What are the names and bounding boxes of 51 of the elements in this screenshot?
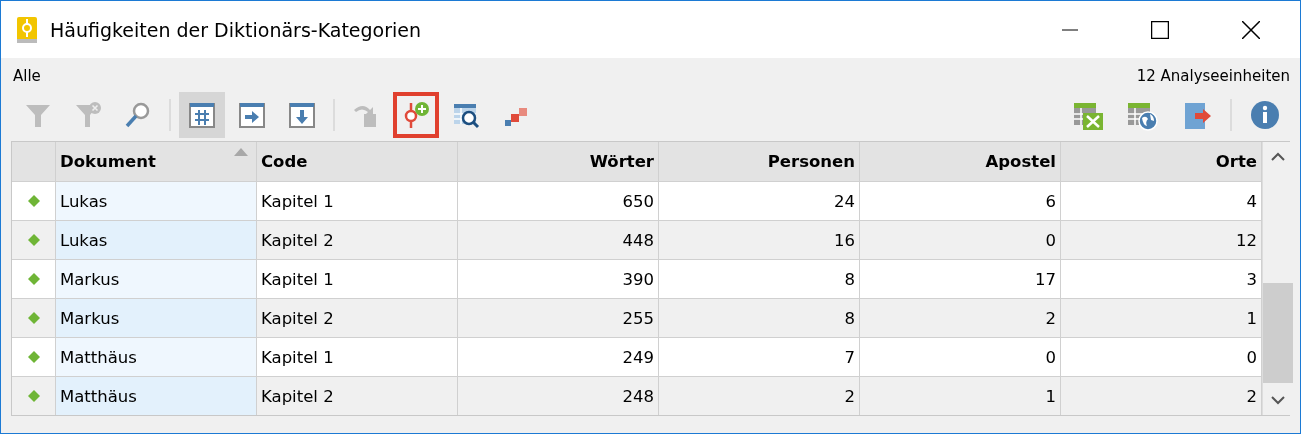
table-cell: 248 [457,376,659,415]
diamond-icon [27,233,40,246]
table-cell: 255 [457,298,659,338]
table-cell: 2 [859,298,1061,338]
diamond-icon [27,194,40,207]
filter-label: Alle [13,67,41,87]
table-cell: Lukas [55,220,257,260]
diamond-icon [27,311,40,324]
scroll-up-icon[interactable] [1271,152,1285,162]
table-cell: 0 [859,220,1061,260]
table-cell: Matthäus [55,376,257,415]
table-cell: 16 [658,220,860,260]
column-header[interactable]: Apostel [859,142,1061,182]
maximize-icon[interactable] [1151,20,1169,39]
column-header[interactable]: Code [256,142,458,182]
window-title: Häufigkeiten der Diktionärs-Kategorien [50,18,422,41]
filter-clear-icon [73,100,103,130]
table-cell: 1 [859,376,1061,415]
table-cell: Markus [55,259,257,299]
diamond-icon [27,389,40,402]
scrollbar-thumb[interactable] [1263,283,1293,383]
table-cell: Kapitel 2 [256,220,458,260]
table-cell: 1 [1060,298,1262,338]
vertical-scrollbar[interactable] [1262,142,1293,415]
column-header[interactable]: Personen [658,142,860,182]
table-arrow-right-icon [237,100,267,130]
table-cell: Kapitel 2 [256,298,458,338]
info-icon[interactable] [1249,99,1281,131]
table-cell: 8 [658,298,860,338]
table-cell: 12 [1060,220,1262,260]
app-icon [16,15,38,44]
table-cell: 448 [457,220,659,260]
diamond-icon [27,272,40,285]
table-cell: Matthäus [55,337,257,377]
table-arrow-down-icon [287,100,317,130]
table-hash-icon [187,100,217,130]
unit-count: 12 Analyseeinheiten [1136,67,1290,87]
column-header[interactable]: Dokument [55,142,257,182]
sort-ascending-icon [234,148,248,156]
table-cell: 2 [658,376,860,415]
code-add-button[interactable] [393,92,439,138]
table-cell: 2 [1060,376,1262,415]
diamond-icon [27,350,40,363]
table-cell: Markus [55,298,257,338]
column-header[interactable]: Wörter [457,142,659,182]
column-header[interactable]: Orte [1060,142,1262,182]
scroll-down-icon[interactable] [1271,395,1285,405]
table-cell: Kapitel 2 [256,376,458,415]
close-icon[interactable] [1242,20,1260,39]
table-cell: Lukas [55,181,257,221]
table-hash-button[interactable] [179,92,225,138]
